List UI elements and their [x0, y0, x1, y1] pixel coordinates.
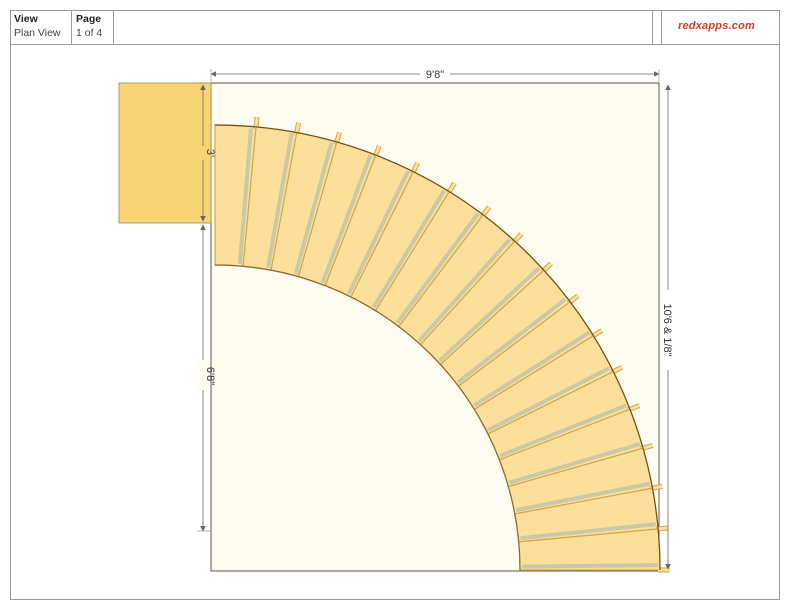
plan-drawing: 9'8" 3' 6'8" 10'6 & 1/8" — [118, 67, 675, 573]
dim-landing-label: 3' — [204, 149, 216, 157]
dim-top-label: 9'8" — [426, 69, 444, 81]
dimension-right: 10'6 & 1/8" — [661, 84, 675, 570]
dimension-top: 9'8" — [210, 67, 660, 83]
tread-nosing — [521, 563, 658, 569]
dim-left-label: 6'8" — [204, 367, 216, 385]
dim-right-label: 10'6 & 1/8" — [661, 303, 673, 356]
